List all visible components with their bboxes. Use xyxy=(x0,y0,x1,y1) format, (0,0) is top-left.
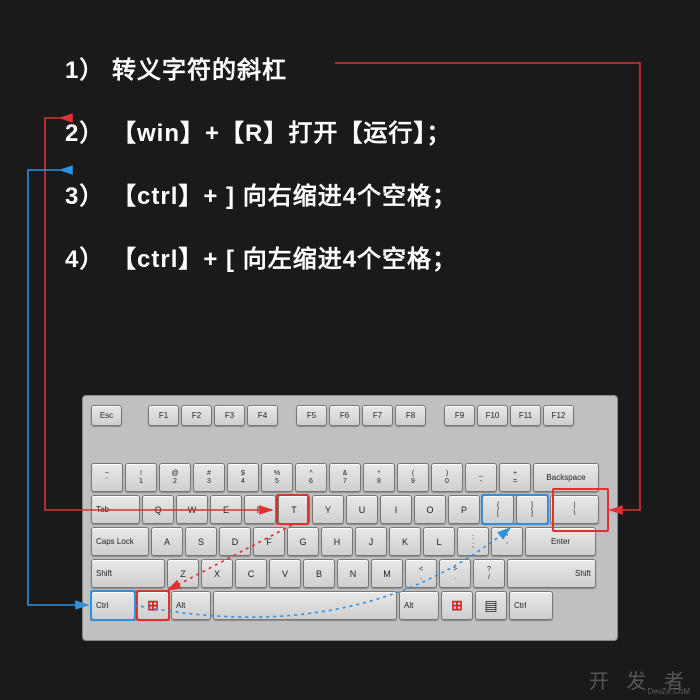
instruction-2: 2） 【win】+【R】打开【运行】； xyxy=(65,113,635,148)
key-quote: "' xyxy=(491,527,523,556)
key-f3: F3 xyxy=(214,405,245,426)
key-m: M xyxy=(371,559,403,588)
key-backslash: |\ xyxy=(550,495,599,524)
key-menu: ▤ xyxy=(475,591,507,620)
key-f8: F8 xyxy=(395,405,426,426)
key-0: )0 xyxy=(431,463,463,492)
key-left-ctrl: Ctrl xyxy=(91,591,135,620)
key-y: Y xyxy=(312,495,344,524)
key-backspace: Backspace xyxy=(533,463,599,492)
key-2: @2 xyxy=(159,463,191,492)
key-o: O xyxy=(414,495,446,524)
key-g: G xyxy=(287,527,319,556)
key-4: $4 xyxy=(227,463,259,492)
key-backtick: ~` xyxy=(91,463,123,492)
key-j: J xyxy=(355,527,387,556)
key-f4: F4 xyxy=(247,405,278,426)
instruction-list: 1） 转义字符的斜杠 2） 【win】+【R】打开【运行】； 3） 【ctrl】… xyxy=(65,50,635,302)
key-f10: F10 xyxy=(477,405,508,426)
key-s: S xyxy=(185,527,217,556)
key-l: L xyxy=(423,527,455,556)
key-1: !1 xyxy=(125,463,157,492)
key-5: %5 xyxy=(261,463,293,492)
key-e: E xyxy=(210,495,242,524)
key-right-alt: Alt xyxy=(399,591,439,620)
key-capslock: Caps Lock xyxy=(91,527,149,556)
key-f: F xyxy=(253,527,285,556)
key-k: K xyxy=(389,527,421,556)
watermark-url: DevZe.CoM xyxy=(647,687,690,696)
key-semicolon: :; xyxy=(457,527,489,556)
key-r: R xyxy=(244,495,276,524)
key-period: >. xyxy=(439,559,471,588)
key-right-win: ⊞ xyxy=(441,591,473,620)
key-right-shift: Shift xyxy=(507,559,596,588)
key-f1: F1 xyxy=(148,405,179,426)
key-w: W xyxy=(176,495,208,524)
key-3: #3 xyxy=(193,463,225,492)
key-space xyxy=(213,591,397,620)
key-equals: += xyxy=(499,463,531,492)
key-n: N xyxy=(337,559,369,588)
key-f12: F12 xyxy=(543,405,574,426)
key-f11: F11 xyxy=(510,405,541,426)
key-t: T xyxy=(278,495,310,524)
key-f6: F6 xyxy=(329,405,360,426)
key-right-ctrl: Ctrl xyxy=(509,591,553,620)
instruction-4: 4） 【ctrl】+ [ 向左缩进4个空格； xyxy=(65,239,635,274)
key-left-alt: Alt xyxy=(171,591,211,620)
key-9: (9 xyxy=(397,463,429,492)
key-left-shift: Shift xyxy=(91,559,165,588)
key-q: Q xyxy=(142,495,174,524)
key-7: &7 xyxy=(329,463,361,492)
key-minus: _- xyxy=(465,463,497,492)
key-left-bracket: {[ xyxy=(482,495,514,524)
key-tab: Tab xyxy=(91,495,140,524)
key-d: D xyxy=(219,527,251,556)
key-left-win: ⊞ xyxy=(137,591,169,620)
key-a: A xyxy=(151,527,183,556)
key-b: B xyxy=(303,559,335,588)
key-x: X xyxy=(201,559,233,588)
key-z: Z xyxy=(167,559,199,588)
instruction-3: 3） 【ctrl】+ ] 向右缩进4个空格； xyxy=(65,176,635,211)
key-8: *8 xyxy=(363,463,395,492)
keyboard-diagram: Esc F1 F2 F3 F4 F5 F6 F7 F8 F9 F10 F11 F… xyxy=(82,395,618,641)
key-enter: Enter xyxy=(525,527,596,556)
key-esc: Esc xyxy=(91,405,122,426)
key-f5: F5 xyxy=(296,405,327,426)
key-slash: ?/ xyxy=(473,559,505,588)
key-f9: F9 xyxy=(444,405,475,426)
key-f2: F2 xyxy=(181,405,212,426)
key-comma: <, xyxy=(405,559,437,588)
instruction-1: 1） 转义字符的斜杠 xyxy=(65,50,635,85)
windows-icon: ⊞ xyxy=(451,597,463,614)
key-c: C xyxy=(235,559,267,588)
key-h: H xyxy=(321,527,353,556)
key-v: V xyxy=(269,559,301,588)
windows-icon: ⊞ xyxy=(147,597,159,614)
key-p: P xyxy=(448,495,480,524)
key-right-bracket: }] xyxy=(516,495,548,524)
key-6: ^6 xyxy=(295,463,327,492)
key-i: I xyxy=(380,495,412,524)
key-u: U xyxy=(346,495,378,524)
key-f7: F7 xyxy=(362,405,393,426)
